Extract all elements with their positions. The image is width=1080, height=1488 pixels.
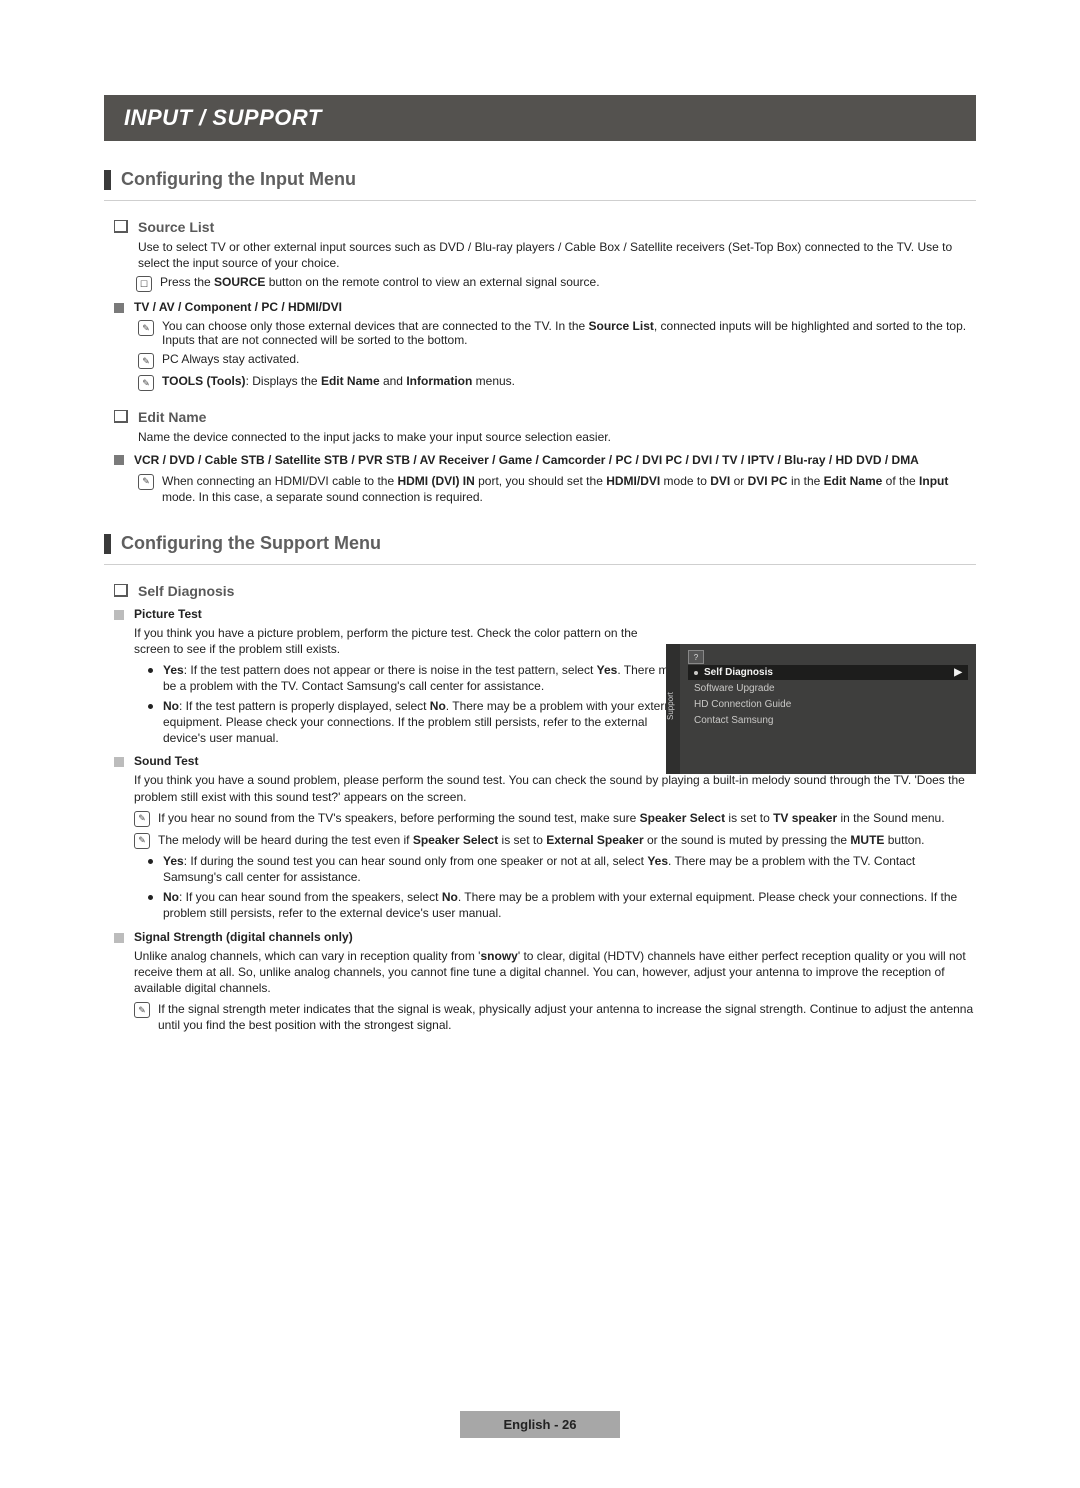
help-icon: ?: [688, 650, 704, 664]
source-btn-line: ☐ Press the SOURCE button on the remote …: [136, 275, 976, 292]
source-list-desc: Use to select TV or other external input…: [138, 239, 976, 271]
self-diag-row: Self Diagnosis: [114, 583, 976, 599]
source-btn-text: Press the SOURCE button on the remote co…: [160, 275, 600, 289]
tv-side-label: Support: [666, 644, 680, 774]
sound-no-row: No: If you can hear sound from the speak…: [148, 889, 976, 921]
picture-yes-text: Yes: If the test pattern does not appear…: [163, 662, 684, 694]
src-note3-text: TOOLS (Tools): Displays the Edit Name an…: [162, 374, 515, 388]
edit-name-note-text: When connecting an HDMI/DVI cable to the…: [162, 473, 976, 505]
page-footer: English - 26: [0, 1411, 1080, 1438]
dot-icon: [694, 671, 698, 675]
note-icon: ✎: [138, 353, 154, 369]
edit-name-list: VCR / DVD / Cable STB / Satellite STB / …: [134, 452, 919, 468]
picture-yes-row: Yes: If the test pattern does not appear…: [148, 662, 684, 694]
sound-test-desc: If you think you have a sound problem, p…: [134, 772, 976, 804]
square-bullet-icon: [114, 933, 124, 943]
tv-icons: ?: [688, 650, 968, 664]
note-icon: ✎: [138, 474, 154, 490]
edit-name-row: Edit Name: [114, 409, 976, 425]
src-note3: ✎ TOOLS (Tools): Displays the Edit Name …: [138, 374, 976, 391]
tv-screenshot: Support ? Self Diagnosis ▶ Software Upgr…: [666, 644, 976, 774]
note-icon: ✎: [134, 833, 150, 849]
dot-icon: [148, 668, 153, 673]
tv-menu: ? Self Diagnosis ▶ Software Upgrade HD C…: [680, 644, 976, 774]
source-list-heading: Source List: [138, 219, 214, 235]
chapter-band: INPUT / SUPPORT: [104, 95, 976, 141]
self-diag-heading: Self Diagnosis: [138, 583, 234, 599]
picture-test-desc: If you think you have a picture problem,…: [134, 625, 670, 657]
signal-desc: Unlike analog channels, which can vary i…: [134, 948, 976, 997]
note-icon: ✎: [138, 375, 154, 391]
picture-test-title: Picture Test: [134, 607, 202, 621]
square-bullet-icon: [114, 757, 124, 767]
src-note1-text: You can choose only those external devic…: [162, 319, 976, 347]
section2-title: Configuring the Support Menu: [121, 533, 381, 554]
sound-yes-row: Yes: If during the sound test you can he…: [148, 853, 976, 885]
edit-name-heading: Edit Name: [138, 409, 206, 425]
src-note2-text: PC Always stay activated.: [162, 352, 299, 366]
src-note2: ✎ PC Always stay activated.: [138, 352, 976, 369]
picture-test-row: Picture Test: [114, 607, 976, 621]
remote-icon: ☐: [136, 276, 152, 292]
tv-item: HD Connection Guide: [688, 697, 968, 712]
tv-av-row: TV / AV / Component / PC / HDMI/DVI: [114, 300, 976, 314]
sound-test-title: Sound Test: [134, 754, 198, 768]
note-icon: ✎: [138, 320, 154, 336]
tv-item-label: Software Upgrade: [694, 683, 775, 694]
section-bar-icon: [104, 170, 111, 190]
sound-no-text: No: If you can hear sound from the speak…: [163, 889, 976, 921]
edit-name-note: ✎ When connecting an HDMI/DVI cable to t…: [138, 473, 976, 505]
tv-av-heading: TV / AV / Component / PC / HDMI/DVI: [134, 300, 342, 314]
note-icon: ✎: [134, 1002, 150, 1018]
sound-n2: ✎ The melody will be heard during the te…: [134, 832, 976, 849]
checkbox-icon: [114, 410, 128, 423]
tv-item: Software Upgrade: [688, 681, 968, 696]
page-number: English - 26: [460, 1411, 621, 1438]
picture-no-text: No: If the test pattern is properly disp…: [163, 698, 684, 747]
square-bullet-icon: [114, 303, 124, 313]
dot-icon: [148, 704, 153, 709]
sound-yes-text: Yes: If during the sound test you can he…: [163, 853, 976, 885]
note-icon: ✎: [134, 811, 150, 827]
section1-header: Configuring the Input Menu: [104, 169, 976, 201]
sound-n1: ✎ If you hear no sound from the TV's spe…: [134, 810, 976, 827]
source-list-heading-row: Source List: [114, 219, 976, 235]
tv-item-selected: Self Diagnosis ▶: [688, 665, 968, 680]
tv-item: Contact Samsung: [688, 713, 968, 728]
sound-n2-text: The melody will be heard during the test…: [158, 832, 924, 848]
tv-item-label: Self Diagnosis: [704, 667, 773, 678]
signal-row: Signal Strength (digital channels only): [114, 930, 976, 944]
tv-item-label: HD Connection Guide: [694, 699, 791, 710]
section1-title: Configuring the Input Menu: [121, 169, 356, 190]
checkbox-icon: [114, 584, 128, 597]
tv-item-label: Contact Samsung: [694, 715, 774, 726]
chevron-right-icon: ▶: [954, 667, 962, 678]
section2-header: Configuring the Support Menu: [104, 533, 976, 565]
edit-name-list-row: VCR / DVD / Cable STB / Satellite STB / …: [114, 452, 976, 468]
src-note1: ✎ You can choose only those external dev…: [138, 319, 976, 347]
signal-title: Signal Strength (digital channels only): [134, 930, 353, 944]
checkbox-icon: [114, 220, 128, 233]
dot-icon: [148, 895, 153, 900]
picture-no-row: No: If the test pattern is properly disp…: [148, 698, 684, 747]
signal-note: ✎ If the signal strength meter indicates…: [134, 1001, 976, 1033]
square-bullet-icon: [114, 610, 124, 620]
signal-note-text: If the signal strength meter indicates t…: [158, 1001, 976, 1033]
manual-page: INPUT / SUPPORT Configuring the Input Me…: [0, 0, 1080, 1488]
sound-n1-text: If you hear no sound from the TV's speak…: [158, 810, 945, 826]
edit-name-desc: Name the device connected to the input j…: [138, 429, 976, 445]
dot-icon: [148, 859, 153, 864]
section-bar-icon: [104, 534, 111, 554]
square-bullet-icon: [114, 455, 124, 465]
